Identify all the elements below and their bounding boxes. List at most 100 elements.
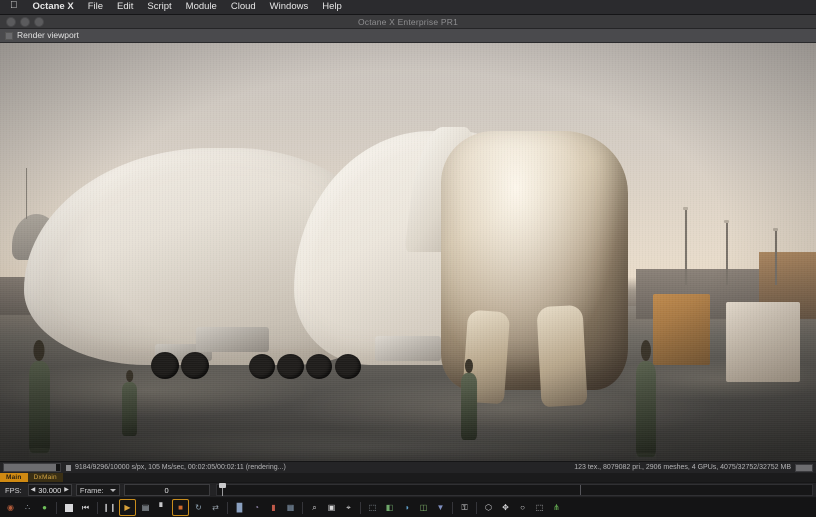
- landing-gear-wheel-6: [335, 354, 361, 379]
- color-sphere-icon[interactable]: ●: [37, 500, 52, 515]
- crew-member-4: [636, 361, 656, 457]
- antenna-mast: [26, 168, 27, 218]
- sync-icon[interactable]: ⇄: [208, 500, 223, 515]
- bottom-toolbar: ◉ ∴ ● ⏮ ❙❙ ▶ ▤ ▘ ■ ↻ ⇄ █ ◔ ▮ ▦ ⌕ ▣ ⌖ ⬚ ◧…: [0, 498, 816, 517]
- stop-square-icon: [65, 504, 73, 512]
- memory-chip-icon: [795, 464, 813, 472]
- pick-focus-icon[interactable]: ⌖: [341, 500, 356, 515]
- pause-button[interactable]: ❙❙: [102, 500, 117, 515]
- menu-item-file[interactable]: File: [81, 0, 110, 14]
- landing-gear-wheel-1: [151, 352, 179, 379]
- menu-item-help[interactable]: Help: [315, 0, 349, 14]
- imager-icon[interactable]: ■: [172, 499, 189, 516]
- crew-head: [465, 359, 473, 374]
- transport-framerow: FPS: ◀ 30.000 ▶ Frame: 0: [0, 482, 816, 498]
- macos-menubar:  Octane X File Edit Script Module Cloud…: [0, 0, 816, 15]
- status-left-group: 9184/9296/10000 s/px, 105 Ms/sec, 00:02:…: [66, 464, 286, 471]
- render-progress-bar: [3, 463, 61, 472]
- window-titlebar: Octane X Enterprise PR1: [0, 15, 816, 29]
- axis-gizmo-icon[interactable]: ⋔: [549, 500, 564, 515]
- scene-stats-text: 123 tex., 8079082 pri., 2906 meshes, 4 G…: [574, 464, 791, 471]
- light-filter-icon[interactable]: ▼: [433, 500, 448, 515]
- toolbar-separator: [97, 502, 98, 514]
- tab-render-viewport-label: Render viewport: [17, 29, 79, 42]
- support-vehicle: [196, 327, 269, 352]
- toolbar-separator: [56, 502, 57, 514]
- timeline-tick: [580, 485, 581, 495]
- timeline-track[interactable]: [216, 484, 813, 496]
- refresh-icon[interactable]: ↻: [191, 500, 206, 515]
- chevron-down-icon[interactable]: [110, 489, 116, 492]
- toolbar-separator: [302, 502, 303, 514]
- tab-main[interactable]: Main: [0, 473, 28, 482]
- toolbar-separator: [360, 502, 361, 514]
- menu-item-cloud[interactable]: Cloud: [224, 0, 263, 14]
- landing-gear-wheel-4: [277, 354, 303, 379]
- window-title: Octane X Enterprise PR1: [0, 17, 816, 27]
- fps-label: FPS:: [3, 486, 24, 495]
- tab-render-viewport[interactable]: Render viewport: [3, 29, 85, 42]
- toolbar-separator: [476, 502, 477, 514]
- render-statusbar: 9184/9296/10000 s/px, 105 Ms/sec, 00:02:…: [0, 461, 816, 473]
- crew-member-3: [461, 373, 477, 440]
- lock-icon[interactable]: ⚿: [457, 500, 472, 515]
- fuel-cart: [726, 302, 799, 381]
- menu-item-windows[interactable]: Windows: [263, 0, 316, 14]
- fps-increment-icon[interactable]: ▶: [64, 487, 69, 493]
- apple-logo-icon[interactable]: : [6, 1, 26, 11]
- aov-icon[interactable]: ▮: [266, 500, 281, 515]
- ground-cart: [375, 336, 440, 361]
- scale-tool-icon[interactable]: ⬚: [532, 500, 547, 515]
- crew-reflection-1: [29, 448, 50, 461]
- layers-icon[interactable]: ▦: [283, 500, 298, 515]
- toolbar-separator: [452, 502, 453, 514]
- geometry-icon[interactable]: ⬚: [365, 500, 380, 515]
- histogram-icon[interactable]: ▘: [155, 500, 170, 515]
- light-mast-3: [775, 231, 777, 285]
- menu-item-module[interactable]: Module: [179, 0, 224, 14]
- status-right-group: 123 tex., 8079082 pri., 2906 meshes, 4 G…: [574, 464, 813, 472]
- menu-item-script[interactable]: Script: [140, 0, 178, 14]
- frame-number-input[interactable]: 0: [124, 484, 210, 496]
- light-mast-2: [726, 223, 728, 286]
- render-status-text: 9184/9296/10000 s/px, 105 Ms/sec, 00:02:…: [75, 464, 286, 471]
- crew-member-1: [29, 361, 50, 453]
- status-chip-icon: [66, 465, 71, 471]
- object-bounds-icon[interactable]: ⬡: [481, 500, 496, 515]
- mecha-leg-right: [536, 305, 587, 408]
- rotate-tool-icon[interactable]: ○: [515, 500, 530, 515]
- fps-stepper[interactable]: ◀ 30.000 ▶: [28, 484, 72, 496]
- fps-value: 30.000: [38, 486, 61, 495]
- crew-head: [126, 370, 134, 382]
- menu-item-octane-x[interactable]: Octane X: [26, 0, 81, 14]
- timeline-tabs: Main DxMain: [0, 473, 816, 482]
- play-button[interactable]: ▶: [119, 499, 136, 516]
- menu-item-edit[interactable]: Edit: [110, 0, 140, 14]
- camera-icon[interactable]: ◔: [249, 500, 264, 515]
- frame-dropdown[interactable]: Frame:: [76, 484, 120, 496]
- tab-dxmain[interactable]: DxMain: [28, 473, 63, 482]
- stats-icon[interactable]: █: [232, 500, 247, 515]
- frame-label: Frame:: [80, 486, 104, 495]
- stop-button[interactable]: [61, 500, 76, 515]
- texture-icon[interactable]: ◫: [416, 500, 431, 515]
- light-mast-1: [685, 210, 687, 285]
- render-viewport-image[interactable]: [0, 43, 816, 461]
- material-icon[interactable]: ◧: [382, 500, 397, 515]
- timeline-playhead[interactable]: [219, 483, 226, 496]
- skip-start-button[interactable]: ⏮: [78, 500, 93, 515]
- playhead-stem: [222, 488, 223, 496]
- move-tool-icon[interactable]: ✥: [498, 500, 513, 515]
- fit-screen-icon[interactable]: ▣: [324, 500, 339, 515]
- render-region-icon[interactable]: ▤: [138, 500, 153, 515]
- crew-head: [34, 340, 45, 360]
- environment-icon[interactable]: ◑: [399, 500, 414, 515]
- viewport-tabstrip: Render viewport: [0, 29, 816, 43]
- crew-reflection-4: [636, 453, 656, 461]
- fps-decrement-icon[interactable]: ◀: [31, 487, 36, 493]
- crew-member-2: [122, 382, 137, 436]
- zoom-out-icon[interactable]: ⌕: [307, 500, 322, 515]
- node-graph-icon[interactable]: ∴: [20, 500, 35, 515]
- viewport-icon: [5, 32, 13, 40]
- render-target-icon[interactable]: ◉: [3, 500, 18, 515]
